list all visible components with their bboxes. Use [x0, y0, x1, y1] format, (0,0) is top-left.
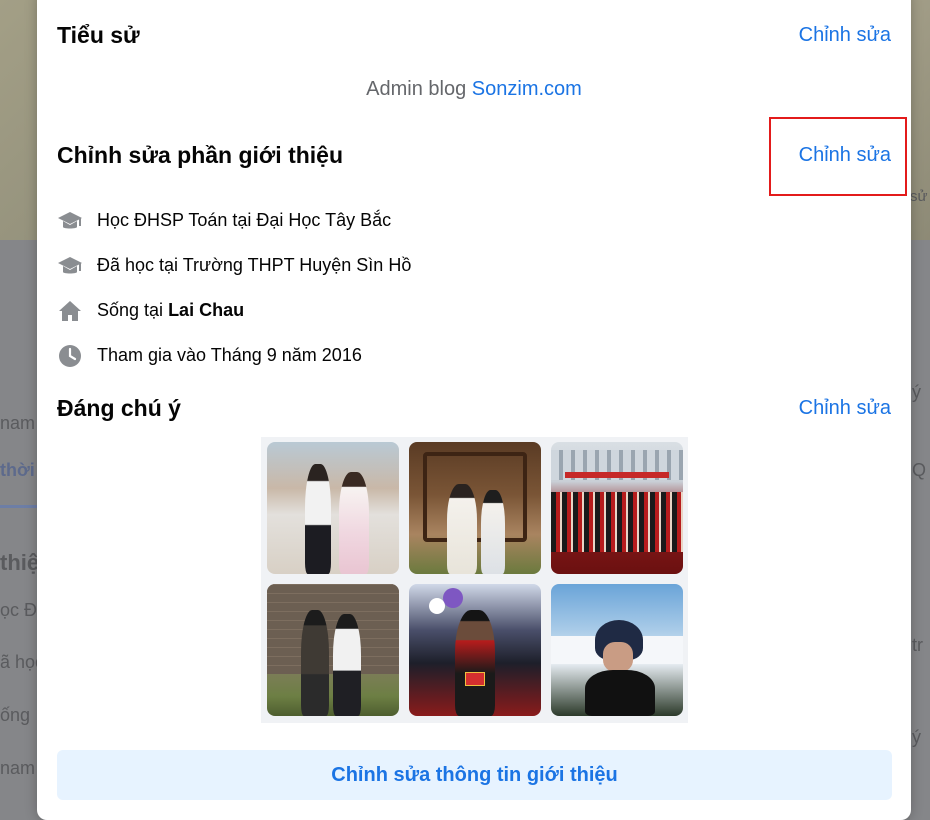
- background-text: thiệ: [0, 550, 40, 575]
- featured-photo-couple-gate[interactable]: [409, 442, 541, 574]
- featured-photo-grid: [261, 437, 688, 723]
- joined-text: Tham gia vào Tháng 9 năm 2016: [97, 345, 362, 365]
- home-icon: [57, 298, 83, 324]
- lives-in-city: Lai Chau: [168, 300, 245, 320]
- graduation-cap-icon: [57, 208, 83, 234]
- featured-photo-graduate-balloons[interactable]: [409, 584, 541, 716]
- intro-edit-modal: Tiểu sử Chỉnh sửa Admin blog Sonzim.com …: [37, 0, 911, 820]
- featured-section-title: Đáng chú ý: [57, 395, 181, 421]
- lives-in-prefix: Sống tại: [97, 300, 169, 320]
- featured-section-header: Đáng chú ý Chỉnh sửa: [57, 395, 891, 422]
- intro-section-title: Chỉnh sửa phần giới thiệu: [57, 142, 344, 168]
- bio-section-header: Tiểu sử Chỉnh sửa: [57, 22, 891, 49]
- bio-edit-link[interactable]: Chỉnh sửa: [799, 24, 891, 47]
- featured-photo-two-men[interactable]: [267, 584, 399, 716]
- background-left-card: [0, 240, 40, 820]
- background-text: ý: [912, 727, 921, 747]
- bio-text: Admin blog Sonzim.com: [37, 78, 911, 101]
- background-text: tr: [912, 635, 923, 655]
- background-text: nam: [0, 758, 36, 778]
- intro-details-list: Học ĐHSP Toán tại Đại Học Tây Bắc Đã học…: [57, 198, 411, 378]
- list-item: Sống tại Lai Chau: [57, 288, 411, 333]
- background-text: nam: [0, 413, 36, 433]
- background-text: Q: [912, 460, 927, 480]
- lives-in-text: Sống tại Lai Chau: [97, 300, 244, 321]
- background-text: sử: [910, 188, 928, 205]
- featured-edit-link[interactable]: Chỉnh sửa: [799, 397, 891, 420]
- list-item: Tham gia vào Tháng 9 năm 2016: [57, 333, 411, 378]
- featured-photo-graduation-group[interactable]: [551, 442, 683, 574]
- background-text: ý: [912, 382, 921, 402]
- education-highschool-text: Đã học tại Trường THPT Huyện Sìn Hồ: [97, 255, 412, 275]
- list-item: Học ĐHSP Toán tại Đại Học Tây Bắc: [57, 198, 411, 243]
- bio-text-link[interactable]: Sonzim.com: [472, 78, 582, 100]
- education-university-text: Học ĐHSP Toán tại Đại Học Tây Bắc: [97, 210, 392, 230]
- bio-text-prefix: Admin blog: [366, 78, 472, 100]
- bio-section-title: Tiểu sử: [57, 22, 140, 48]
- featured-photo-couple-outdoor[interactable]: [267, 442, 399, 574]
- background-tab-underline: [0, 505, 38, 508]
- edit-intro-info-button[interactable]: Chỉnh sửa thông tin giới thiệu: [57, 750, 892, 800]
- graduation-cap-icon: [57, 253, 83, 279]
- background-text: ọc Đ: [0, 600, 38, 620]
- clock-icon: [57, 343, 83, 369]
- highlight-box: [769, 117, 907, 196]
- background-text: ống: [0, 705, 31, 725]
- list-item: Đã học tại Trường THPT Huyện Sìn Hồ: [57, 243, 411, 288]
- background-text: thời: [0, 460, 35, 480]
- intro-section-header: Chỉnh sửa phần giới thiệu Chỉnh sửa: [57, 142, 891, 169]
- featured-photo-man-helmet[interactable]: [551, 584, 683, 716]
